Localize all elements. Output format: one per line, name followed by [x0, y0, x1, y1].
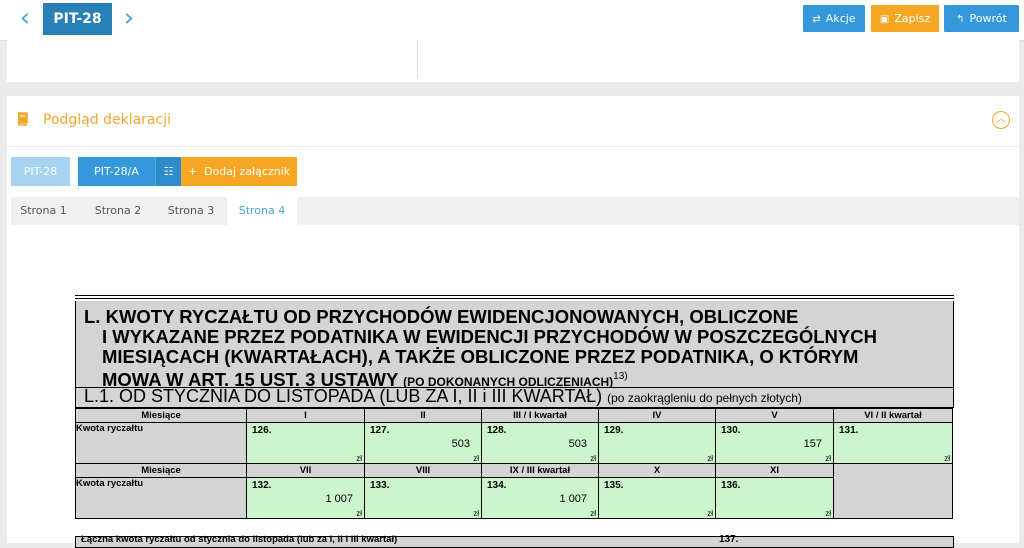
empty-cell — [833, 463, 953, 519]
add-attachment-button[interactable]: + Dodaj załącznik — [181, 157, 297, 186]
monthly-lump-sum-table: Miesiące I II III / I kwartał IV V VI / … — [75, 408, 953, 519]
chevron-up-circle-icon[interactable]: ︿ — [992, 111, 1010, 129]
chevron-left-icon[interactable]: ‹ — [16, 5, 34, 31]
document-code-badge: PIT-28 — [43, 3, 112, 35]
panel-header[interactable]: Podgląd deklaracji ︿ — [7, 96, 1019, 147]
actions-button[interactable]: ⇄ Akcje — [803, 5, 865, 32]
section-l1-header: L.1. OD STYCZNIA DO LISTOPADA (LUB ZA I,… — [75, 386, 954, 408]
tab-strona-1[interactable]: Strona 1 — [11, 197, 76, 225]
back-button[interactable]: ↰ Powrót — [944, 5, 1019, 32]
list-icon[interactable]: ☷ — [155, 157, 181, 186]
field-127[interactable]: 127. 503 zł — [364, 422, 482, 464]
month-header: II — [364, 408, 482, 423]
month-header: I — [246, 408, 365, 423]
plus-icon: + — [187, 165, 198, 178]
section-l1-title: L.1. OD STYCZNIA DO LISTOPADA (LUB ZA I,… — [84, 386, 802, 406]
table-row: Kwota ryczałtu 132. 1 007 zł 133. zł 134. 1 … — [75, 477, 953, 519]
row-header-months: Miesiące — [75, 463, 247, 478]
divider — [75, 295, 954, 296]
field-132[interactable]: 132. 1 007 zł — [246, 477, 365, 519]
month-header: VII — [246, 463, 365, 478]
total-label: Łączna kwota ryczałtu od stycznia do lis… — [81, 534, 398, 545]
month-header: V — [715, 408, 834, 423]
field-136[interactable]: 136. zł — [715, 477, 834, 519]
month-header: IX / III kwartał — [481, 463, 599, 478]
tab-strona-4[interactable]: Strona 4 — [227, 197, 297, 225]
month-header: IV — [598, 408, 716, 423]
chevron-right-icon[interactable]: › — [120, 5, 138, 31]
save-button[interactable]: ▣ Zapisz — [871, 5, 939, 32]
table-row: Kwota ryczałtu 126. zł 127. 503 zł 128. 503 z… — [75, 422, 953, 464]
top-toolbar: ‹ PIT-28 › ⇄ Akcje ▣ Zapisz ↰ Powrót — [0, 0, 1024, 41]
month-header: VIII — [364, 463, 482, 478]
field-133[interactable]: 133. zł — [364, 477, 482, 519]
month-header: XI — [715, 463, 834, 478]
month-header: X — [598, 463, 716, 478]
column-divider — [417, 40, 418, 78]
section-l-header: L. KWOTY RYCZAŁTU OD PRZYCHODÓW EWIDENCJ… — [75, 301, 954, 390]
page-tabs: Strona 1 Strona 2 Strona 3 Strona 4 — [11, 197, 1019, 225]
row-header-months: Miesiące — [75, 408, 247, 423]
form-pit28a-button[interactable]: PIT-28/A — [78, 157, 155, 186]
row-label-amount: Kwota ryczałtu — [75, 422, 247, 464]
row-label-amount: Kwota ryczałtu — [75, 477, 247, 519]
table-row: Miesiące VII VIII IX / III kwartał X XI — [75, 463, 953, 519]
field-135[interactable]: 135. zł — [598, 477, 716, 519]
field-130[interactable]: 130. 157 zł — [715, 422, 834, 464]
tab-strona-2[interactable]: Strona 2 — [84, 197, 152, 225]
field-129[interactable]: 129. zł — [598, 422, 716, 464]
back-icon: ↰ — [956, 14, 965, 25]
field-126[interactable]: 126. zł — [246, 422, 365, 464]
save-icon: ▣ — [879, 14, 890, 25]
field-134[interactable]: 134. 1 007 zł — [481, 477, 599, 519]
field-137-number: 137. — [719, 534, 739, 545]
details-panel — [7, 40, 1019, 82]
month-header: III / I kwartał — [481, 408, 599, 423]
divider — [75, 298, 954, 299]
field-131[interactable]: 131. zł — [833, 422, 953, 464]
panel-title: Podgląd deklaracji — [43, 112, 171, 128]
actions-icon: ⇄ — [812, 14, 821, 25]
book-icon — [17, 112, 28, 126]
section-l-title: L. KWOTY RYCZAŁTU OD PRZYCHODÓW EWIDENCJ… — [84, 306, 877, 391]
month-header: VI / II kwartał — [833, 408, 953, 423]
tab-strona-3[interactable]: Strona 3 — [156, 197, 226, 225]
total-row: Łączna kwota ryczałtu od stycznia do lis… — [75, 534, 954, 548]
table-row: Miesiące I II III / I kwartał IV V VI / … — [75, 408, 953, 423]
form-pit28-button[interactable]: PIT-28 — [11, 157, 70, 186]
field-128[interactable]: 128. 503 zł — [481, 422, 599, 464]
